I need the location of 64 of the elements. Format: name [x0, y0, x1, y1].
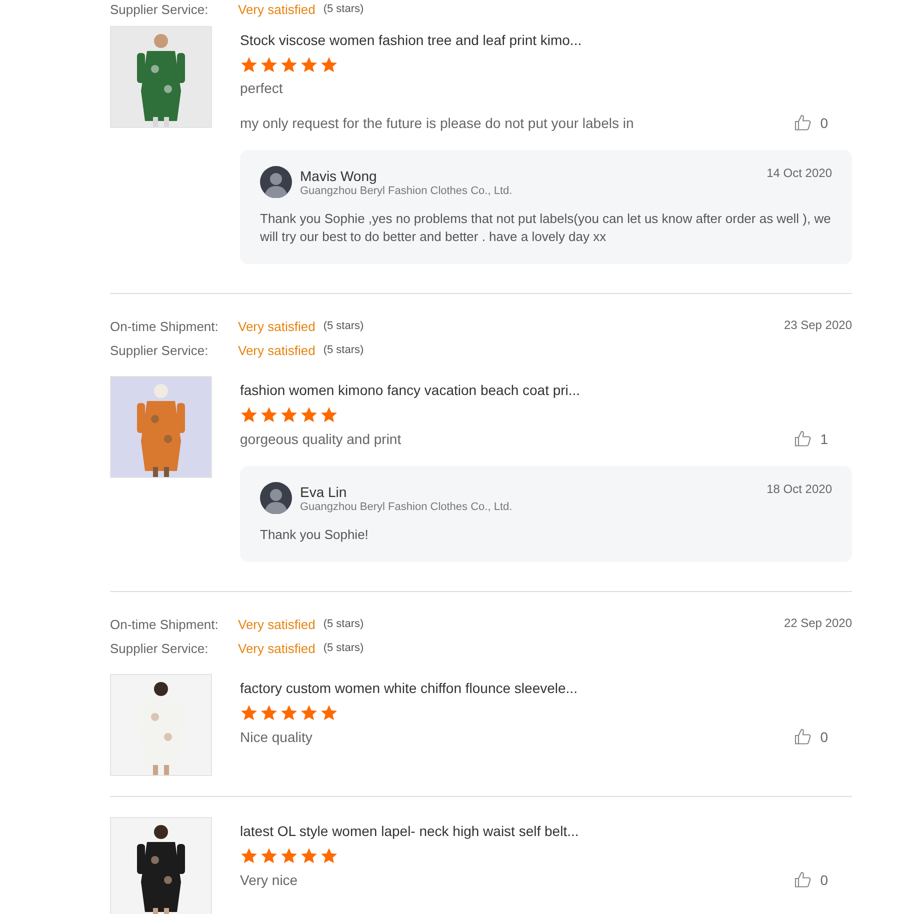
- like-count: 0: [820, 115, 828, 131]
- star-icon: [320, 847, 338, 865]
- rating-label: Supplier Service:: [110, 640, 210, 656]
- star-icon: [280, 56, 298, 74]
- thumbs-up-icon[interactable]: [794, 728, 812, 746]
- rating-value: Very satisfied: [238, 2, 316, 16]
- review-comment: Very nice: [240, 872, 298, 888]
- reply-date: 14 Oct 2020: [766, 166, 832, 180]
- star-icon: [260, 56, 278, 74]
- star-icon: [240, 406, 258, 424]
- rating-value: Very satisfied: [238, 616, 316, 632]
- product-title[interactable]: factory custom women white chiffon flounce sleevele...: [240, 678, 852, 698]
- thumbs-up-icon[interactable]: [794, 871, 812, 889]
- product-title[interactable]: latest OL style women lapel- neck high waist self belt...: [240, 821, 852, 841]
- rating-stars: (5 stars): [323, 320, 364, 332]
- rating-value: Very satisfied: [238, 318, 316, 334]
- product-title[interactable]: fashion women kimono fancy vacation beach coat pri...: [240, 380, 852, 400]
- review-comment: gorgeous quality and print: [240, 431, 402, 447]
- rating-value: Very satisfied: [238, 640, 316, 656]
- star-icon: [240, 56, 258, 74]
- follow-up-comment: my only request for the future is please do not put your labels in: [240, 115, 634, 131]
- rating-label: Supplier Service:: [110, 342, 210, 358]
- like-count: 0: [820, 872, 828, 888]
- rating-stars: (5 stars): [323, 618, 364, 630]
- reply-date: 18 Oct 2020: [766, 482, 832, 496]
- replier-name: Eva Lin: [300, 484, 348, 500]
- star-icon: [280, 847, 298, 865]
- review-date: 22 Sep 2020: [784, 615, 852, 632]
- rating-label: On-time Shipment:: [110, 318, 220, 334]
- product-title[interactable]: Stock viscose women fashion tree and leaf print kimo...: [240, 30, 852, 50]
- star-icon: [260, 406, 278, 424]
- star-icon: [300, 56, 318, 74]
- replier-company: Guangzhou Beryl Fashion Clothes Co., Ltd.: [300, 184, 514, 196]
- star-icon: [260, 704, 278, 722]
- star-icon: [240, 847, 258, 865]
- thumbs-up-icon[interactable]: [794, 430, 812, 448]
- like-count: 0: [820, 729, 828, 745]
- avatar-icon: [260, 482, 292, 514]
- star-icon: [300, 704, 318, 722]
- star-icon: [320, 704, 338, 722]
- rating-stars: (5 stars): [323, 344, 364, 356]
- rating-stars: (5 stars): [323, 642, 364, 654]
- star-icon: [280, 704, 298, 722]
- rating-value: Very satisfied: [238, 342, 316, 358]
- rating-stars: (5 stars): [323, 3, 364, 15]
- rating-label: Supplier Service:: [110, 2, 210, 16]
- star-icon: [240, 704, 258, 722]
- like-count: 1: [820, 431, 828, 447]
- star-icon: [320, 56, 338, 74]
- star-icon: [300, 406, 318, 424]
- reply-text: Thank you Sophie!: [260, 526, 370, 544]
- reply-text: Thank you Sophie ,yes no problems that not put labels(you can let us know after order as well ), we will try our best to do better and better . have a lovely day xx: [260, 210, 832, 246]
- star-icon: [280, 406, 298, 424]
- thumbs-up-icon[interactable]: [794, 114, 812, 132]
- replier-name: Mavis Wong: [300, 168, 378, 184]
- review-date: 23 Sep 2020: [784, 317, 852, 334]
- review-comment: Nice quality: [240, 729, 312, 745]
- rating-label: On-time Shipment:: [110, 616, 220, 632]
- star-icon: [300, 847, 318, 865]
- replier-company: Guangzhou Beryl Fashion Clothes Co., Ltd.: [300, 500, 514, 512]
- avatar-icon: [260, 166, 292, 198]
- star-icon: [260, 847, 278, 865]
- star-icon: [320, 406, 338, 424]
- review-comment: perfect: [240, 80, 283, 96]
